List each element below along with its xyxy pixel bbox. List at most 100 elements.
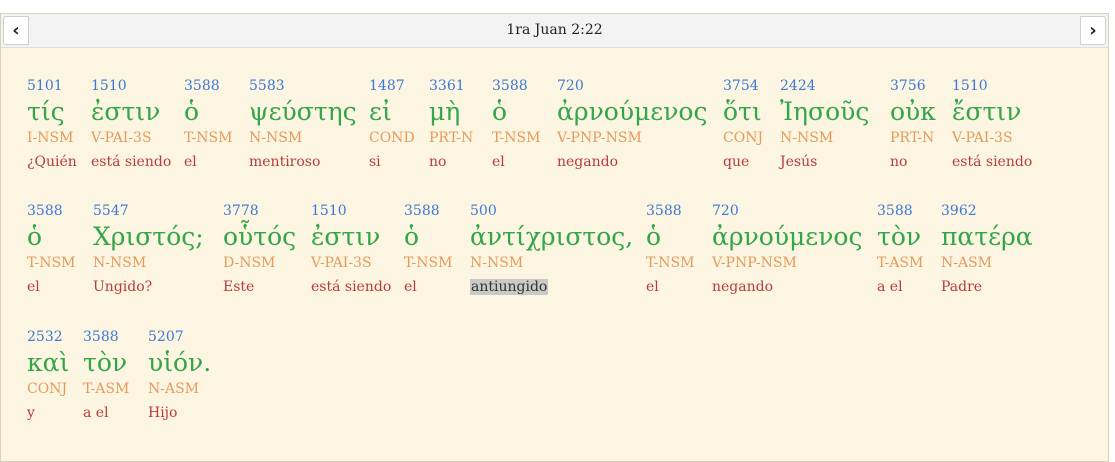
strongs-number[interactable]: 500	[470, 202, 633, 222]
parsing-code: T-NSM	[184, 130, 233, 146]
strongs-number[interactable]: 1510	[311, 202, 391, 222]
word-block[interactable]: 3754 ὅτι CONJ que	[723, 77, 763, 171]
word-block[interactable]: 5207 υἱόν. N-ASM Hijo	[148, 328, 211, 422]
strongs-number[interactable]: 5583	[249, 77, 357, 97]
greek-word[interactable]: ὁ	[404, 222, 452, 254]
parsing-code: V-PNP-NSM	[712, 255, 797, 271]
word-block[interactable]: 3778 οὗτός D-NSM Este	[223, 202, 296, 296]
greek-word[interactable]: οὗτός	[223, 222, 296, 254]
greek-word[interactable]: ἀντίχριστος,	[470, 222, 633, 254]
strongs-number[interactable]: 3588	[877, 202, 923, 222]
gloss-translation: Este	[223, 279, 255, 295]
parsing-code: N-NSM	[470, 255, 524, 271]
gloss-translation: que	[723, 154, 750, 170]
greek-word[interactable]: ἔστιν	[952, 97, 1032, 129]
greek-word[interactable]: υἱόν.	[148, 348, 211, 380]
gloss-translation: antiungido	[470, 279, 549, 295]
greek-word[interactable]: ἐστιν	[311, 222, 391, 254]
strongs-number[interactable]: 3588	[492, 77, 540, 97]
parsing-code: D-NSM	[223, 255, 276, 271]
parsing-code: N-NSM	[93, 255, 147, 271]
strongs-number[interactable]: 5207	[148, 328, 211, 348]
word-block[interactable]: 1510 ἐστιν V-PAI-3S está siendo	[311, 202, 391, 296]
strongs-number[interactable]: 720	[557, 77, 707, 97]
greek-word[interactable]: τίς	[27, 97, 77, 129]
strongs-number[interactable]: 3588	[83, 328, 129, 348]
word-block[interactable]: 1510 ἐστιν V-PAI-3S está siendo	[91, 77, 171, 171]
strongs-number[interactable]: 1487	[369, 77, 415, 97]
greek-word[interactable]: οὐκ	[890, 97, 936, 129]
strongs-number[interactable]: 3588	[646, 202, 694, 222]
word-block[interactable]: 3588 ὁ T-NSM el	[646, 202, 694, 296]
word-block[interactable]: 3962 πατέρα N-ASM Padre	[941, 202, 1033, 296]
word-block[interactable]: 3588 ὁ T-NSM el	[404, 202, 452, 296]
strongs-number[interactable]: 2532	[27, 328, 69, 348]
parsing-code: V-PAI-3S	[952, 130, 1013, 146]
parsing-code: I-NSM	[27, 130, 74, 146]
word-block[interactable]: 1510 ἔστιν V-PAI-3S está siendo	[952, 77, 1032, 171]
greek-word[interactable]: ψεύστης	[249, 97, 357, 129]
word-block[interactable]: 720 ἀρνούμενος V-PNP-NSM negando	[557, 77, 707, 171]
greek-word[interactable]: Ἰησοῦς	[780, 97, 869, 129]
strongs-number[interactable]: 3588	[404, 202, 452, 222]
greek-word[interactable]: ὁ	[646, 222, 694, 254]
greek-word[interactable]: ὁ	[184, 97, 232, 129]
greek-word[interactable]: πατέρα	[941, 222, 1033, 254]
greek-word[interactable]: Χριστός;	[93, 222, 204, 254]
greek-word[interactable]: τὸν	[877, 222, 923, 254]
strongs-number[interactable]: 2424	[780, 77, 869, 97]
greek-word[interactable]: καὶ	[27, 348, 69, 380]
parsing-code: T-ASM	[83, 381, 130, 397]
strongs-number[interactable]: 3361	[429, 77, 473, 97]
word-block[interactable]: 3756 οὐκ PRT-N no	[890, 77, 936, 171]
strongs-number[interactable]: 1510	[952, 77, 1032, 97]
greek-word[interactable]: τὸν	[83, 348, 129, 380]
word-block[interactable]: 5547 Χριστός; N-NSM Ungido?	[93, 202, 204, 296]
word-block[interactable]: 3588 τὸν T-ASM a el	[877, 202, 923, 296]
word-block[interactable]: 5101 τίς I-NSM ¿Quién	[27, 77, 77, 171]
gloss-translation: Padre	[941, 279, 983, 295]
parsing-code: COND	[369, 130, 415, 146]
strongs-number[interactable]: 1510	[91, 77, 171, 97]
greek-word[interactable]: ὁ	[492, 97, 540, 129]
greek-word[interactable]: μὴ	[429, 97, 473, 129]
interlinear-line-1: 5101 τίς I-NSM ¿Quién 1510 ἐστιν V-PAI-3S está …	[27, 77, 1108, 195]
word-block[interactable]: 3588 ὁ T-NSM el	[492, 77, 540, 171]
word-block[interactable]: 2424 Ἰησοῦς N-NSM Jesús	[780, 77, 869, 171]
word-block[interactable]: 1487 εἰ COND si	[369, 77, 415, 171]
strongs-number[interactable]: 3756	[890, 77, 936, 97]
gloss-translation: mentiroso	[249, 154, 321, 170]
strongs-number[interactable]: 720	[712, 202, 862, 222]
next-verse-button[interactable]: ›	[1080, 16, 1106, 45]
parsing-code: V-PAI-3S	[311, 255, 372, 271]
strongs-number[interactable]: 3754	[723, 77, 763, 97]
greek-word[interactable]: ἀρνούμενος	[557, 97, 707, 129]
greek-word[interactable]: ὁ	[27, 222, 75, 254]
strongs-number[interactable]: 3778	[223, 202, 296, 222]
word-block[interactable]: 3588 ὁ T-NSM el	[27, 202, 75, 296]
parsing-code: T-ASM	[877, 255, 924, 271]
word-block[interactable]: 720 ἀρνούμενος V-PNP-NSM negando	[712, 202, 862, 296]
strongs-number[interactable]: 3588	[27, 202, 75, 222]
greek-word[interactable]: ἀρνούμενος	[712, 222, 862, 254]
strongs-number[interactable]: 5101	[27, 77, 77, 97]
greek-word[interactable]: ἐστιν	[91, 97, 171, 129]
gloss-translation: Ungido?	[93, 279, 153, 295]
strongs-number[interactable]: 3962	[941, 202, 1033, 222]
gloss-translation: el	[646, 279, 659, 295]
greek-word[interactable]: ὅτι	[723, 97, 763, 129]
strongs-number[interactable]: 3588	[184, 77, 232, 97]
word-block[interactable]: 3361 μὴ PRT-N no	[429, 77, 473, 171]
word-block[interactable]: 500 ἀντίχριστος, N-NSM antiungido	[470, 202, 633, 296]
gloss-translation: no	[890, 154, 908, 170]
greek-word[interactable]: εἰ	[369, 97, 415, 129]
strongs-number[interactable]: 5547	[93, 202, 204, 222]
word-block[interactable]: 3588 τὸν T-ASM a el	[83, 328, 129, 422]
word-block[interactable]: 3588 ὁ T-NSM el	[184, 77, 232, 171]
gloss-translation: negando	[712, 279, 774, 295]
word-block[interactable]: 5583 ψεύστης N-NSM mentiroso	[249, 77, 357, 171]
word-block[interactable]: 2532 καὶ CONJ y	[27, 328, 69, 422]
interlinear-line-2: 3588 ὁ T-NSM el 5547 Χριστός; N-NSM Ungido? 3778…	[27, 202, 1108, 320]
parsing-code: CONJ	[27, 381, 68, 397]
parsing-code: N-NSM	[780, 130, 834, 146]
